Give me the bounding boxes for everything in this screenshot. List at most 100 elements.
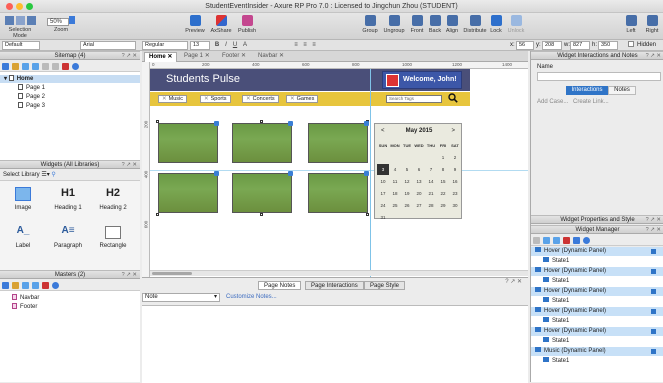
distribute-button[interactable]: Distribute <box>461 15 489 34</box>
library-menu-icon[interactable]: ☰▾ <box>41 172 51 178</box>
add-page-icon[interactable] <box>2 63 9 70</box>
calendar-day[interactable]: 7 <box>425 164 437 175</box>
tab-notes[interactable]: Notes <box>608 86 636 95</box>
tab-page-1[interactable]: Page 1 ✕ <box>180 52 214 62</box>
panel-controls-icon[interactable]: ? ↗ ✕ <box>646 226 661 234</box>
filter-icon[interactable] <box>573 237 580 244</box>
tab-page-interactions[interactable]: Page Interactions <box>305 281 364 290</box>
axshare-button[interactable]: AxShare <box>207 15 235 34</box>
calendar-widget[interactable]: < May 2015 > SUN MON TUE WED THU FRI SAT 1 2 3 4 5 6… <box>374 123 462 220</box>
panel-controls-icon[interactable]: ? ↗ ✕ <box>122 271 137 279</box>
weight-select[interactable]: Regular <box>142 41 188 50</box>
visibility-toggle-icon[interactable] <box>651 289 656 294</box>
widget-manager-panel-row[interactable]: Hover (Dynamic Panel) <box>531 287 663 296</box>
add-folder-icon[interactable] <box>12 63 19 70</box>
calendar-day[interactable]: 20 <box>413 188 425 199</box>
move-down-icon[interactable] <box>553 237 560 244</box>
calendar-day[interactable]: 15 <box>437 176 449 187</box>
canvas-horizontal-scrollbar[interactable] <box>150 270 528 276</box>
widget-manager-state-row[interactable]: State1 <box>531 277 663 286</box>
calendar-day[interactable]: 26 <box>401 200 413 211</box>
master-navbar[interactable]: Navbar <box>0 294 140 302</box>
tab-navbar[interactable]: Navbar ✕ <box>254 52 288 62</box>
ungroup-button[interactable]: Ungroup <box>380 15 408 34</box>
sitemap-page-1[interactable]: Page 1 <box>0 84 140 92</box>
remove-tag-icon[interactable]: ✕ <box>162 96 167 102</box>
calendar-day[interactable]: 31 <box>377 212 389 223</box>
scroll-thumb[interactable] <box>152 272 192 275</box>
calendar-day[interactable]: 8 <box>437 164 449 175</box>
event-photo[interactable] <box>232 123 292 163</box>
sitemap-page-2[interactable]: Page 2 <box>0 93 140 101</box>
create-link-link[interactable]: Create Link... <box>573 99 609 105</box>
text-color-icon[interactable]: A <box>241 41 249 50</box>
close-icon[interactable]: ✕ <box>205 53 210 59</box>
visibility-toggle-icon[interactable] <box>651 269 656 274</box>
calendar-day[interactable]: 29 <box>437 200 449 211</box>
sitemap-page-3[interactable]: Page 3 <box>0 102 140 110</box>
italic-button[interactable]: I <box>222 41 230 50</box>
widget-rectangle[interactable]: Rectangle <box>93 225 133 249</box>
widget-name-field[interactable] <box>537 72 661 81</box>
add-state-icon[interactable] <box>533 237 540 244</box>
widget-manager-state-row[interactable]: State1 <box>531 257 663 266</box>
widget-manager-state-row[interactable]: State1 <box>531 297 663 306</box>
calendar-day[interactable]: 5 <box>401 164 413 175</box>
selection-handle[interactable] <box>260 213 263 216</box>
calendar-day[interactable]: 4 <box>389 164 401 175</box>
event-photo[interactable] <box>308 123 368 163</box>
selection-mode-button[interactable]: Selection Mode <box>2 15 38 39</box>
align-left-icon[interactable]: ≡ <box>292 41 300 50</box>
calendar-day[interactable]: 6 <box>413 164 425 175</box>
remove-tag-icon[interactable]: ✕ <box>290 96 295 102</box>
widget-label[interactable]: A_ Label <box>3 225 43 249</box>
calendar-day[interactable]: 12 <box>401 176 413 187</box>
calendar-day[interactable]: 13 <box>413 176 425 187</box>
notes-textarea[interactable] <box>142 305 528 383</box>
calendar-day[interactable]: 22 <box>437 188 449 199</box>
panel-controls-icon[interactable]: ? ↗ ✕ <box>122 161 137 169</box>
welcome-box[interactable]: Welcome, John! <box>382 71 462 89</box>
outdent-icon[interactable] <box>52 63 59 70</box>
widget-manager-state-row[interactable]: State1 <box>531 317 663 326</box>
search-icon[interactable]: ⚲ <box>51 172 55 178</box>
lock-button[interactable]: Lock <box>487 15 505 34</box>
nav-tag-sports[interactable]: ✕ Sports <box>200 95 231 103</box>
calendar-day[interactable]: 3 <box>377 164 389 175</box>
hidden-checkbox[interactable] <box>628 41 634 47</box>
calendar-day[interactable]: 19 <box>401 188 413 199</box>
h-field[interactable]: 350 <box>598 41 618 50</box>
publish-button[interactable]: Publish <box>234 15 260 34</box>
calendar-day[interactable]: 9 <box>449 164 461 175</box>
bold-button[interactable]: B <box>213 41 221 50</box>
align-right-icon[interactable]: ≡ <box>310 41 318 50</box>
design-canvas[interactable]: Students Pulse Welcome, John! ✕ Music ✕ Sp… <box>150 69 528 277</box>
move-up-icon[interactable] <box>22 282 29 289</box>
calendar-day[interactable]: 2 <box>449 152 461 163</box>
site-header[interactable]: Students Pulse Welcome, John! <box>150 69 470 91</box>
widget-manager-panel-row[interactable]: Hover (Dynamic Panel) <box>531 327 663 336</box>
widget-manager-state-row[interactable]: State1 <box>531 337 663 346</box>
tab-footer[interactable]: Footer ✕ <box>218 52 250 62</box>
zoom-dropdown-icon[interactable] <box>69 16 75 24</box>
zoom-value[interactable]: 50% <box>46 18 69 26</box>
front-button[interactable]: Front <box>407 15 427 34</box>
calendar-day[interactable]: 16 <box>449 176 461 187</box>
visibility-toggle-icon[interactable] <box>651 309 656 314</box>
master-footer[interactable]: Footer <box>0 303 140 311</box>
event-photo[interactable] <box>308 173 368 213</box>
calendar-day[interactable]: 10 <box>377 176 389 187</box>
panel-controls-icon[interactable]: ? ↗ ✕ <box>505 278 522 285</box>
close-icon[interactable]: ✕ <box>167 54 172 60</box>
calendar-day[interactable]: 24 <box>377 200 389 211</box>
w-field[interactable]: 827 <box>570 41 590 50</box>
selection-handle[interactable] <box>156 120 159 123</box>
remove-tag-icon[interactable]: ✕ <box>204 96 209 102</box>
calendar-day[interactable]: 28 <box>425 200 437 211</box>
tab-interactions[interactable]: Interactions <box>566 86 608 95</box>
library-select[interactable]: Select Library <box>3 172 40 178</box>
event-photo[interactable] <box>158 173 218 213</box>
x-field[interactable]: 56 <box>516 41 534 50</box>
panel-controls-icon[interactable]: ? ↗ ✕ <box>646 52 661 60</box>
search-icon[interactable] <box>583 237 590 244</box>
